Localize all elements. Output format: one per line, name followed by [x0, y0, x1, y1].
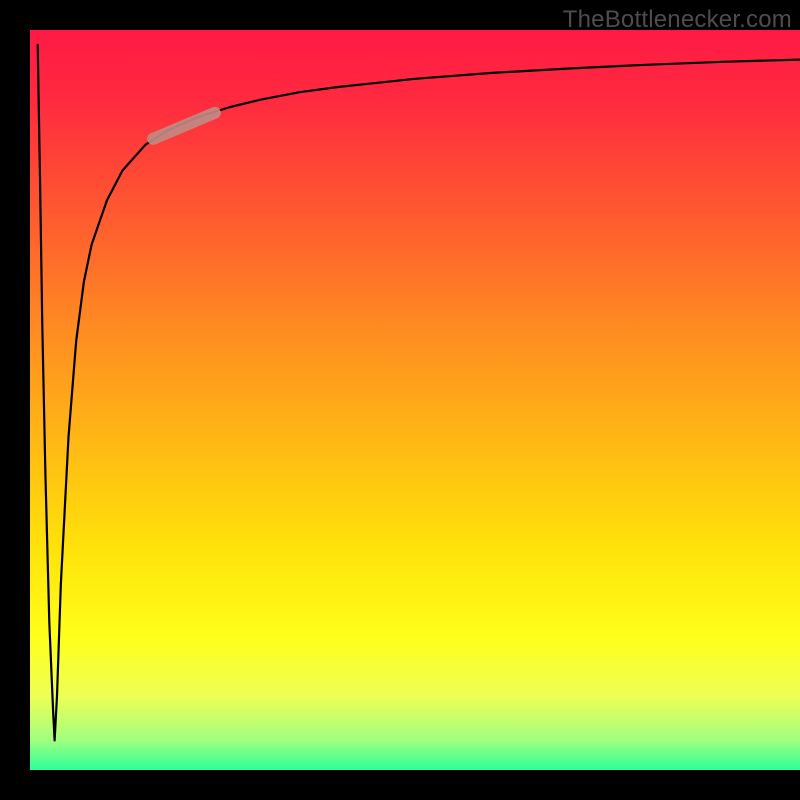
- curve-layer: [30, 30, 800, 770]
- highlight-segment: [153, 113, 215, 139]
- chart-frame: TheBottlenecker.com: [0, 0, 800, 800]
- watermark-text: TheBottlenecker.com: [563, 6, 792, 34]
- bottleneck-curve: [38, 45, 800, 741]
- plot-area: [30, 30, 800, 770]
